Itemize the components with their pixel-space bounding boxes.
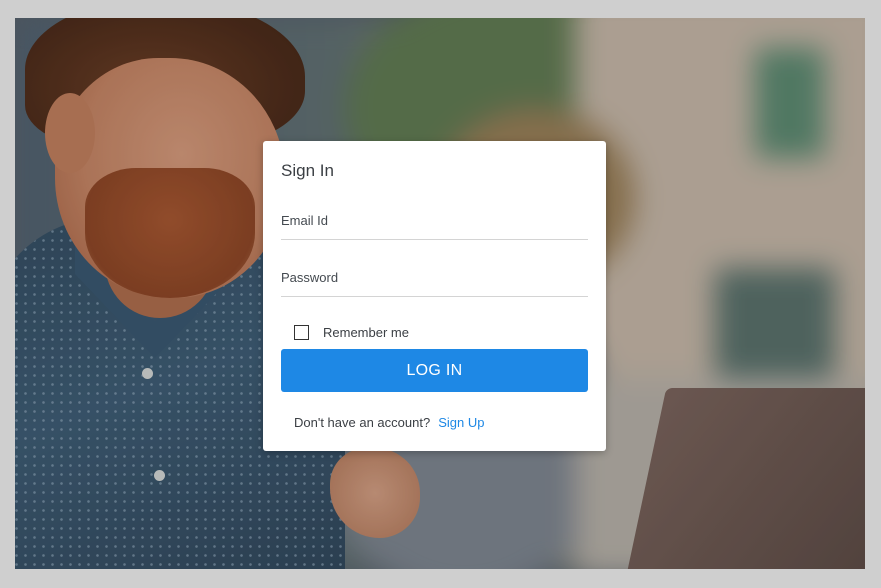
no-account-text: Don't have an account? [294,415,431,430]
remember-me-label: Remember me [323,325,409,340]
email-field-container [281,205,588,240]
remember-me-row[interactable]: Remember me [294,325,409,340]
remember-me-checkbox[interactable] [294,325,309,340]
password-field-container [281,262,588,297]
password-input[interactable] [281,262,588,292]
signin-title: Sign In [281,161,334,180]
email-input[interactable] [281,205,588,235]
signup-link[interactable]: Sign Up [438,415,484,430]
signup-prompt: Don't have an account? Sign Up [294,415,484,430]
login-button[interactable]: LOG IN [281,349,588,392]
signin-card: Sign In Remember me LOG IN Don't have an… [263,141,606,451]
